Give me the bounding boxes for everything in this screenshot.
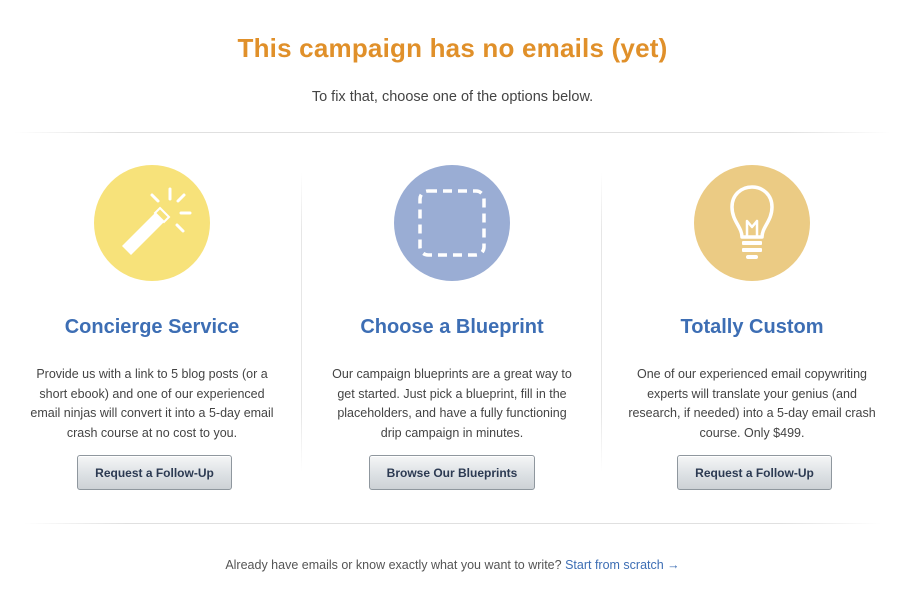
page-title: This campaign has no emails (yet) [237,33,668,63]
option-description: Provide us with a link to 5 blog posts (… [30,367,274,440]
bottom-divider [24,523,881,524]
top-divider [14,132,891,133]
option-title: Choose a Blueprint [360,316,544,338]
request-follow-up-button[interactable]: Request a Follow-Up [677,455,832,490]
magic-wand-icon [94,165,210,281]
lightbulb-icon [694,165,810,281]
footer-text: Already have emails or know exactly what… [225,558,562,572]
footer: Already have emails or know exactly what… [0,558,905,572]
option-custom: Totally Custom One of our experienced em… [602,165,902,490]
option-concierge: Concierge Service Provide us with a link… [2,165,302,490]
option-title: Totally Custom [680,316,824,338]
option-title: Concierge Service [64,316,240,338]
page-subtitle: To fix that, choose one of the options b… [311,89,594,105]
start-from-scratch-link[interactable]: Start from scratch → [565,558,680,572]
option-description: One of our experienced email copywriting… [628,367,876,440]
option-blueprint: Choose a Blueprint Our campaign blueprin… [302,165,602,490]
browse-blueprints-button[interactable]: Browse Our Blueprints [369,455,535,490]
dashed-square-icon [394,165,510,281]
option-description: Our campaign blueprints are a great way … [332,367,572,440]
request-follow-up-button[interactable]: Request a Follow-Up [77,455,232,490]
